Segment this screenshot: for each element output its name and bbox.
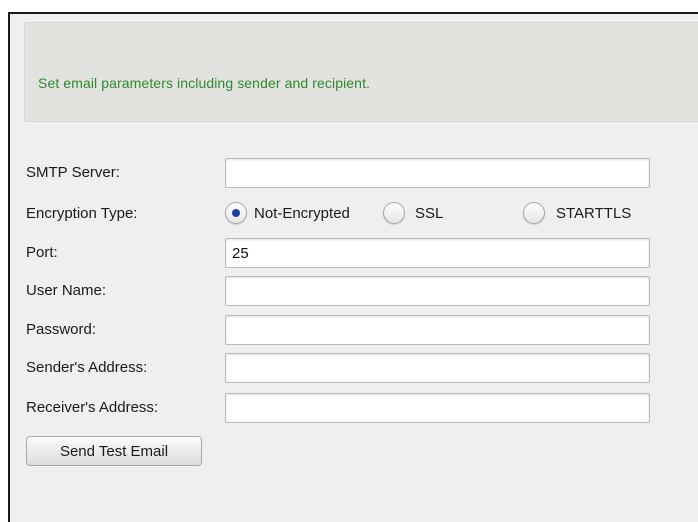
port-input[interactable] [225, 238, 650, 268]
port-label: Port: [26, 244, 58, 261]
password-input[interactable] [225, 315, 650, 345]
encryption-type-label: Encryption Type: [26, 205, 138, 222]
smtp-server-label: SMTP Server: [26, 164, 120, 181]
radio-selected-dot [232, 209, 240, 217]
info-banner-text: Set email parameters including sender an… [38, 75, 371, 91]
sender-address-label: Sender's Address: [26, 359, 148, 376]
radio-ssl[interactable] [383, 202, 405, 224]
user-name-input[interactable] [225, 276, 650, 306]
radio-ssl-label[interactable]: SSL [415, 205, 443, 222]
email-settings-panel: Set email parameters including sender an… [8, 12, 698, 522]
user-name-label: User Name: [26, 282, 107, 299]
password-label: Password: [26, 321, 97, 338]
receiver-address-input[interactable] [225, 393, 650, 423]
radio-not-encrypted-label[interactable]: Not-Encrypted [254, 205, 350, 222]
send-test-email-button[interactable]: Send Test Email [26, 436, 202, 466]
info-banner: Set email parameters including sender an… [24, 22, 698, 122]
smtp-server-input[interactable] [225, 158, 650, 188]
radio-starttls[interactable] [523, 202, 545, 224]
radio-not-encrypted[interactable] [225, 202, 247, 224]
receiver-address-label: Receiver's Address: [26, 399, 159, 416]
radio-starttls-label[interactable]: STARTTLS [556, 205, 631, 222]
sender-address-input[interactable] [225, 353, 650, 383]
